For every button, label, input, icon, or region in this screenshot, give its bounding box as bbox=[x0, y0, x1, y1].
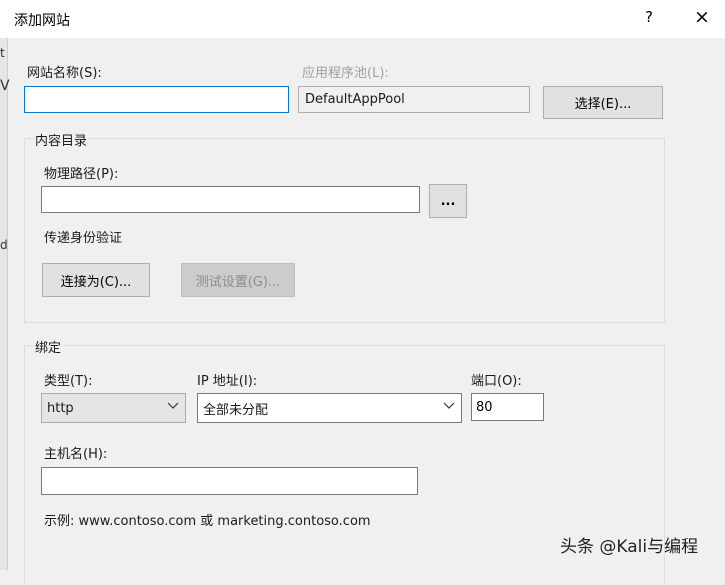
physical-path-label: 物理路径(P): bbox=[44, 167, 119, 182]
test-settings-button: 测试设置(G)... bbox=[181, 263, 295, 297]
ip-address-select[interactable]: 全部未分配 bbox=[197, 393, 462, 423]
port-input[interactable] bbox=[471, 393, 544, 421]
site-name-label: 网站名称(S): bbox=[27, 66, 102, 81]
close-button[interactable]: × bbox=[690, 6, 714, 30]
port-label: 端口(O): bbox=[471, 374, 522, 389]
watermark: 头条 @Kali与编程 bbox=[560, 537, 699, 557]
select-app-pool-button[interactable]: 选择(E)... bbox=[543, 86, 663, 119]
connect-as-button[interactable]: 连接为(C)... bbox=[42, 263, 150, 297]
binding-title: 绑定 bbox=[33, 337, 64, 356]
site-name-input[interactable] bbox=[24, 86, 289, 113]
type-select-value: http bbox=[47, 400, 74, 416]
window-title: 添加网站 bbox=[14, 13, 70, 29]
app-pool-label: 应用程序池(L): bbox=[302, 66, 389, 81]
type-label: 类型(T): bbox=[44, 374, 93, 389]
background-glyph: V bbox=[0, 78, 10, 94]
hostname-label: 主机名(H): bbox=[44, 447, 108, 462]
help-button[interactable]: ? bbox=[640, 8, 658, 28]
chevron-down-icon bbox=[443, 402, 455, 409]
ip-address-select-value: 全部未分配 bbox=[203, 402, 269, 418]
hostname-input[interactable] bbox=[41, 467, 418, 495]
background-glyph: t bbox=[0, 46, 5, 60]
background-glyph: d bbox=[0, 238, 8, 252]
ip-address-label: IP 地址(I): bbox=[197, 374, 258, 389]
content-directory-title: 内容目录 bbox=[33, 130, 90, 149]
browse-path-button[interactable]: ... bbox=[429, 184, 467, 218]
title-bar: 添加网站 ? × bbox=[0, 0, 725, 38]
passthrough-auth-label: 传递身份验证 bbox=[44, 231, 123, 246]
background-window-edge: t V d bbox=[0, 38, 10, 570]
type-select[interactable]: http bbox=[41, 393, 186, 423]
hostname-example: 示例: www.contoso.com 或 marketing.contoso.… bbox=[44, 514, 371, 529]
physical-path-input[interactable] bbox=[41, 186, 420, 213]
app-pool-field: DefaultAppPool bbox=[298, 86, 530, 113]
chevron-down-icon bbox=[167, 402, 179, 409]
